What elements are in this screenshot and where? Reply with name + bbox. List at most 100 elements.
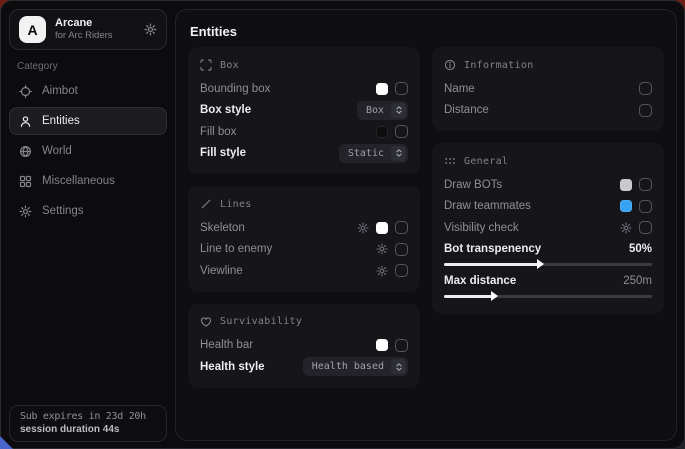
row-line-to-enemy: Line to enemy xyxy=(200,239,408,261)
gear-icon xyxy=(19,205,32,218)
row-label: Distance xyxy=(444,104,489,116)
slider-row-bot-transpenency: Bot transpenency50% xyxy=(444,240,652,266)
row-draw-teammates: Draw teammates xyxy=(444,196,652,218)
checkbox[interactable] xyxy=(395,243,408,256)
color-swatch[interactable] xyxy=(376,83,388,95)
row-label: Draw teammates xyxy=(444,200,531,212)
row-fill-style: Fill style Static xyxy=(200,143,408,165)
row-controls xyxy=(620,178,652,191)
app-title: Arcane xyxy=(55,17,113,31)
slider-thumb[interactable] xyxy=(537,259,544,269)
row-skeleton: Skeleton xyxy=(200,217,408,239)
color-swatch[interactable] xyxy=(620,179,632,191)
color-swatch[interactable] xyxy=(376,126,388,138)
app-window: A Arcane for Arc Riders Category AimbotE… xyxy=(0,0,685,449)
panel-title: Information xyxy=(464,60,534,71)
panel-lines: Lines Skeleton Line to enemy Viewline xyxy=(188,186,420,292)
row-controls xyxy=(376,339,408,352)
color-swatch[interactable] xyxy=(376,339,388,351)
grid-icon xyxy=(19,175,32,188)
panel-title: Lines xyxy=(220,199,252,210)
panel-general: General Draw BOTs Draw teammates Visibility… xyxy=(432,143,664,314)
app-subtitle: for Arc Riders xyxy=(55,30,113,42)
page-title: Entities xyxy=(190,24,662,39)
panel-title: Box xyxy=(220,60,239,71)
dropdown[interactable]: Box xyxy=(357,101,408,120)
panel-information: Information Name Distance xyxy=(432,47,664,131)
chevrons-up-down-icon xyxy=(391,146,406,161)
slider-track[interactable] xyxy=(444,295,652,298)
row-name: Name xyxy=(444,78,652,100)
row-controls xyxy=(376,264,408,277)
sidebar-item-aimbot[interactable]: Aimbot xyxy=(9,77,167,105)
logo-card: A Arcane for Arc Riders xyxy=(9,9,167,50)
sidebar-item-entities[interactable]: Entities xyxy=(9,107,167,135)
crosshair-icon xyxy=(19,85,32,98)
color-swatch[interactable] xyxy=(620,200,632,212)
corner-cursor-shape xyxy=(0,436,13,449)
row-fill-box: Fill box xyxy=(200,121,408,143)
row-distance: Distance xyxy=(444,100,652,122)
checkbox[interactable] xyxy=(639,104,652,117)
slider-thumb[interactable] xyxy=(491,291,498,301)
panel-header: Survivability xyxy=(200,316,408,328)
row-label: Draw BOTs xyxy=(444,179,502,191)
dropdown-value: Health based xyxy=(312,361,384,372)
checkbox[interactable] xyxy=(395,339,408,352)
panel-box: BoxBounding boxBox styleBoxFill boxFill … xyxy=(188,47,420,174)
row-label: Name xyxy=(444,83,475,95)
sidebar-item-label: Settings xyxy=(42,205,84,217)
row-label: Health style xyxy=(200,361,265,373)
checkbox[interactable] xyxy=(639,200,652,213)
panel-header: Box xyxy=(200,59,408,71)
dropdown[interactable]: Health based xyxy=(303,357,408,376)
row-label: Fill style xyxy=(200,147,246,159)
panel-title: Survivability xyxy=(220,316,302,327)
subscription-card: Sub expires in 23d 20h session duration … xyxy=(9,405,167,442)
checkbox[interactable] xyxy=(639,221,652,234)
row-controls xyxy=(639,104,652,117)
entities-icon xyxy=(19,115,32,128)
sidebar: A Arcane for Arc Riders Category AimbotE… xyxy=(1,1,175,448)
row-label: Skeleton xyxy=(200,222,245,234)
row-label: Bounding box xyxy=(200,83,270,95)
sub-expiry-text: Sub expires in 23d 20h xyxy=(20,411,156,422)
logo-text: Arcane for Arc Riders xyxy=(55,17,113,43)
gear-mini-icon[interactable] xyxy=(620,222,632,234)
gear-mini-icon[interactable] xyxy=(357,222,369,234)
row-controls xyxy=(376,243,408,256)
sidebar-item-settings[interactable]: Settings xyxy=(9,197,167,225)
logo-gear-icon[interactable] xyxy=(144,23,157,36)
dropdown-value: Box xyxy=(366,105,384,116)
row-controls: Health based xyxy=(303,357,408,376)
gear-mini-icon[interactable] xyxy=(376,265,388,277)
checkbox[interactable] xyxy=(395,82,408,95)
panel-survivability: Survivability Health bar Health style Healt… xyxy=(188,304,420,388)
checkbox[interactable] xyxy=(639,82,652,95)
dropdown[interactable]: Static xyxy=(339,144,408,163)
checkbox[interactable] xyxy=(639,178,652,191)
row-controls xyxy=(376,82,408,95)
color-swatch[interactable] xyxy=(376,222,388,234)
row-controls xyxy=(620,221,652,234)
slider-row-max-distance: Max distance250m xyxy=(444,272,652,298)
row-label: Visibility check xyxy=(444,222,519,234)
row-viewline: Viewline xyxy=(200,260,408,282)
checkbox[interactable] xyxy=(395,221,408,234)
checkbox[interactable] xyxy=(395,125,408,138)
row-label: Fill box xyxy=(200,126,236,138)
row-label: Max distance xyxy=(444,275,516,287)
sidebar-item-world[interactable]: World xyxy=(9,137,167,165)
gear-mini-icon[interactable] xyxy=(376,243,388,255)
row-label: Viewline xyxy=(200,265,243,277)
panel-header: General xyxy=(444,155,652,167)
slider-track[interactable] xyxy=(444,263,652,266)
info-icon xyxy=(444,59,456,71)
sidebar-item-label: World xyxy=(42,145,72,157)
row-controls xyxy=(620,200,652,213)
checkbox[interactable] xyxy=(395,264,408,277)
sidebar-item-miscellaneous[interactable]: Miscellaneous xyxy=(9,167,167,195)
session-duration-text: session duration 44s xyxy=(20,424,156,435)
row-label: Health bar xyxy=(200,339,253,351)
slider-value: 50% xyxy=(629,243,652,255)
